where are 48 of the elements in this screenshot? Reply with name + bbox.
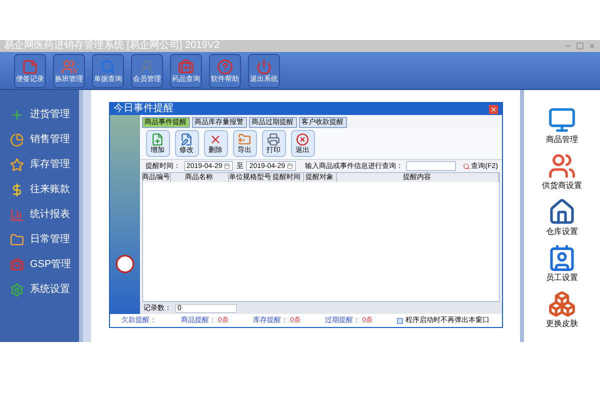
printer-icon: [267, 133, 280, 146]
sidebar-item[interactable]: GSP管理: [0, 256, 79, 273]
medical-kit-icon: [178, 58, 194, 74]
close-icon: [490, 106, 496, 112]
sidebar-item[interactable]: 进货管理: [0, 106, 79, 123]
shortcut-item[interactable]: 仓库设置: [546, 198, 578, 236]
sidebar-item[interactable]: 统计报表: [0, 206, 79, 223]
sidebar-item[interactable]: 往来账款: [0, 181, 79, 198]
shortcut-item[interactable]: 商品管理: [546, 106, 578, 144]
contact-card-icon: [548, 244, 576, 272]
star-icon: [10, 158, 24, 172]
shortcut-item[interactable]: 供货商设置: [542, 152, 582, 190]
monitor-icon: [548, 106, 576, 134]
export-folder-icon: [238, 133, 251, 146]
close-icon[interactable]: [588, 42, 596, 50]
dollar-icon: [10, 182, 24, 196]
people-icon: [548, 152, 576, 180]
search-icon: [100, 58, 116, 74]
folder-icon: [10, 232, 24, 246]
maximize-icon[interactable]: [576, 42, 584, 50]
dialog-title: 今日事件提醒: [114, 104, 174, 114]
power-icon: [256, 58, 272, 74]
sidebar-item[interactable]: 库存管理: [0, 156, 79, 173]
note-icon: [22, 58, 38, 74]
gear-icon: [10, 282, 24, 296]
bar-chart-icon: [10, 208, 24, 222]
edit-file-icon: [180, 133, 193, 146]
search-icon: [463, 162, 470, 170]
user-icon: [139, 58, 155, 74]
close-button[interactable]: [488, 104, 498, 114]
pie-chart-icon: [10, 132, 24, 146]
search-field[interactable]: [406, 161, 456, 171]
close-circle-icon: [296, 133, 309, 146]
plus-icon: [10, 108, 24, 122]
delete-icon: [209, 133, 222, 146]
sidebar-item[interactable]: 系统设置: [0, 281, 79, 298]
help-icon: [217, 58, 233, 74]
add-file-icon: [151, 133, 164, 146]
sidebar-item[interactable]: 日常管理: [0, 231, 79, 248]
medical-kit-icon: [10, 258, 24, 272]
shortcut-item[interactable]: 更换皮肤: [546, 290, 578, 328]
calendar-icon: [287, 163, 294, 169]
people-icon: [61, 58, 77, 74]
calendar-icon: [224, 163, 230, 169]
sidebar-item[interactable]: 销售管理: [0, 131, 79, 148]
shortcut-item[interactable]: 员工设置: [546, 244, 578, 282]
house-icon: [548, 198, 576, 226]
cubes-icon: [548, 290, 576, 318]
